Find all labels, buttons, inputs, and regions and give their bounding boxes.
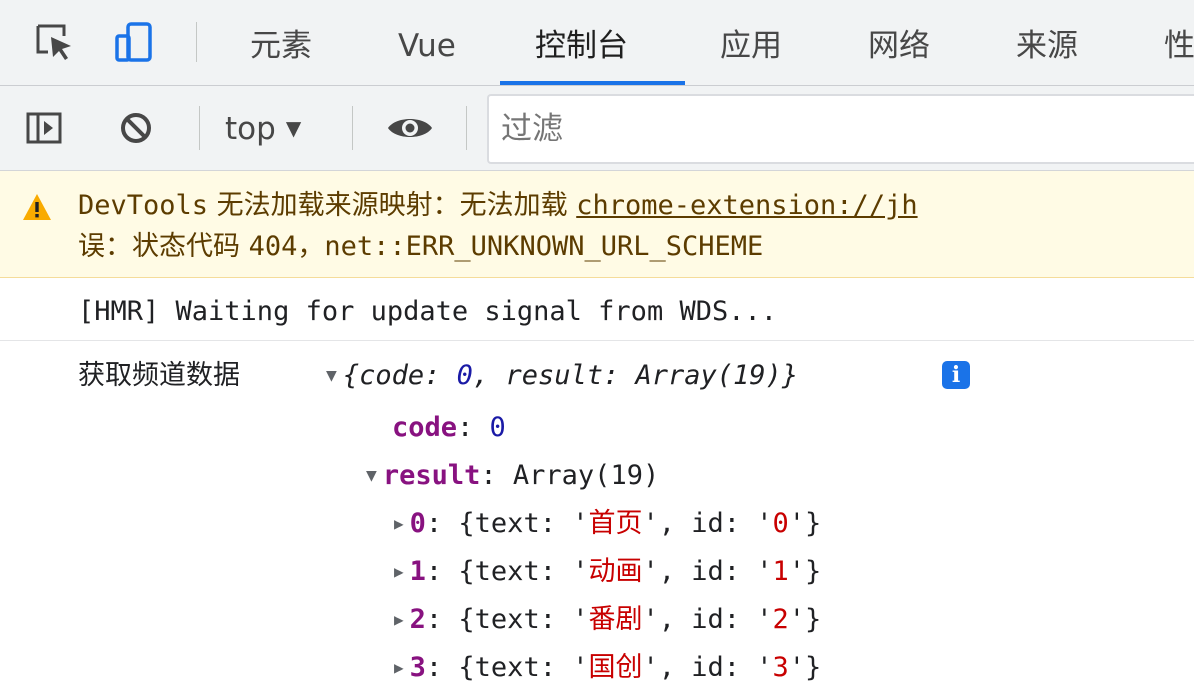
expand-triangle-icon[interactable]: ▼ (366, 465, 377, 486)
array-item[interactable]: ▶ 1: {text: '动画', id: '1'} (394, 553, 821, 591)
property-result[interactable]: ▼ result: Array(19) (366, 457, 659, 495)
log-text: [HMR] Waiting for update signal from WDS… (78, 296, 777, 327)
warning-status: 404 (248, 231, 298, 262)
inspect-element-icon[interactable] (34, 22, 74, 62)
device-toolbar-icon[interactable] (114, 22, 154, 62)
console-output: DevTools 无法加载来源映射：无法加载 chrome-extension:… (0, 171, 1194, 691)
log-entry-object: 获取频道数据 ▼ {code: 0, result: Array(19)} i c… (0, 342, 1194, 691)
eye-icon[interactable] (384, 110, 436, 146)
toolbar-separator (199, 106, 200, 150)
property-code: code: 0 (392, 412, 506, 443)
expand-triangle-icon[interactable]: ▼ (326, 365, 337, 386)
array-item[interactable]: ▶ 3: {text: '国创', id: '3'} (394, 649, 821, 687)
devtools-tab-bar: 元素 Vue 控制台 应用 网络 来源 性 (0, 0, 1194, 86)
log-entry-hmr: [HMR] Waiting for update signal from WDS… (0, 279, 1194, 341)
log-label: 获取频道数据 (78, 360, 240, 391)
warning-message: DevTools 无法加载来源映射：无法加载 chrome-extension:… (0, 171, 1194, 278)
context-value: top (225, 111, 276, 147)
toolbar-separator (352, 106, 353, 150)
collapse-triangle-icon[interactable]: ▶ (394, 562, 404, 581)
tab-performance[interactable]: 性 (1164, 26, 1194, 66)
tab-network[interactable]: 网络 (868, 26, 930, 66)
dropdown-caret-icon: ▼ (285, 116, 302, 140)
tab-console[interactable]: 控制台 (535, 26, 628, 66)
warning-line-2: 误：状态代码 404，net::ERR_UNKNOWN_URL_SCHEME (78, 228, 763, 266)
console-toolbar: top ▼ (0, 86, 1194, 171)
collapse-triangle-icon[interactable]: ▶ (394, 514, 404, 533)
filter-input[interactable] (487, 94, 1194, 164)
source-map-link[interactable]: chrome-extension://jh (576, 190, 917, 221)
tab-vue[interactable]: Vue (398, 26, 456, 66)
array-item[interactable]: ▶ 2: {text: '番剧', id: '2'} (394, 601, 821, 639)
warning-line-1: DevTools 无法加载来源映射：无法加载 chrome-extension:… (78, 187, 918, 225)
collapse-triangle-icon[interactable]: ▶ (394, 610, 404, 629)
warning-icon (23, 194, 51, 220)
warning-text-2: 误：状态代码 (78, 231, 249, 262)
collapse-triangle-icon[interactable]: ▶ (394, 658, 404, 677)
info-icon[interactable]: i (942, 361, 970, 389)
active-tab-indicator (500, 81, 685, 85)
sidebar-toggle-icon[interactable] (26, 108, 62, 148)
warning-text-3: ，net::ERR_UNKNOWN_URL_SCHEME (297, 231, 764, 262)
clear-console-icon[interactable] (118, 108, 154, 148)
tab-elements[interactable]: 元素 (250, 26, 312, 66)
array-item[interactable]: ▶ 0: {text: '首页', id: '0'} (394, 505, 821, 543)
warning-prefix: DevTools (78, 190, 209, 221)
tab-sources[interactable]: 来源 (1016, 26, 1078, 66)
context-selector[interactable]: top ▼ (225, 108, 301, 148)
object-preview[interactable]: ▼ {code: 0, result: Array(19)} (326, 357, 798, 395)
toolbar-separator (196, 22, 197, 62)
tab-application[interactable]: 应用 (720, 26, 782, 66)
warning-text: 无法加载来源映射：无法加载 (208, 190, 577, 221)
toolbar-separator (466, 106, 467, 150)
